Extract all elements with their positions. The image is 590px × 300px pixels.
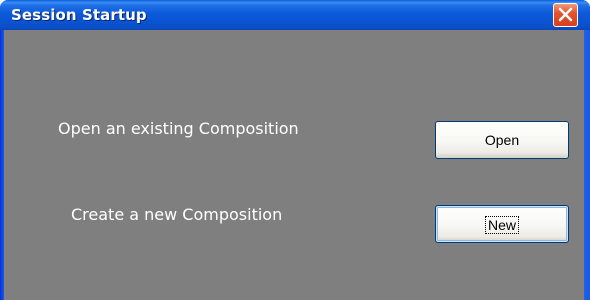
open-button[interactable]: Open: [435, 121, 569, 159]
window-title: Session Startup: [11, 6, 147, 24]
dialog-body: Open an existing Composition Open Create…: [4, 30, 586, 300]
close-button[interactable]: [553, 3, 578, 27]
close-icon: [558, 7, 573, 22]
new-button[interactable]: New: [435, 205, 569, 243]
new-composition-label: Create a new Composition: [71, 205, 283, 224]
session-startup-window: Session Startup Open an existing Composi…: [0, 0, 590, 300]
new-button-label: New: [484, 216, 519, 235]
title-bar[interactable]: Session Startup: [0, 0, 590, 30]
open-composition-label: Open an existing Composition: [58, 119, 299, 138]
